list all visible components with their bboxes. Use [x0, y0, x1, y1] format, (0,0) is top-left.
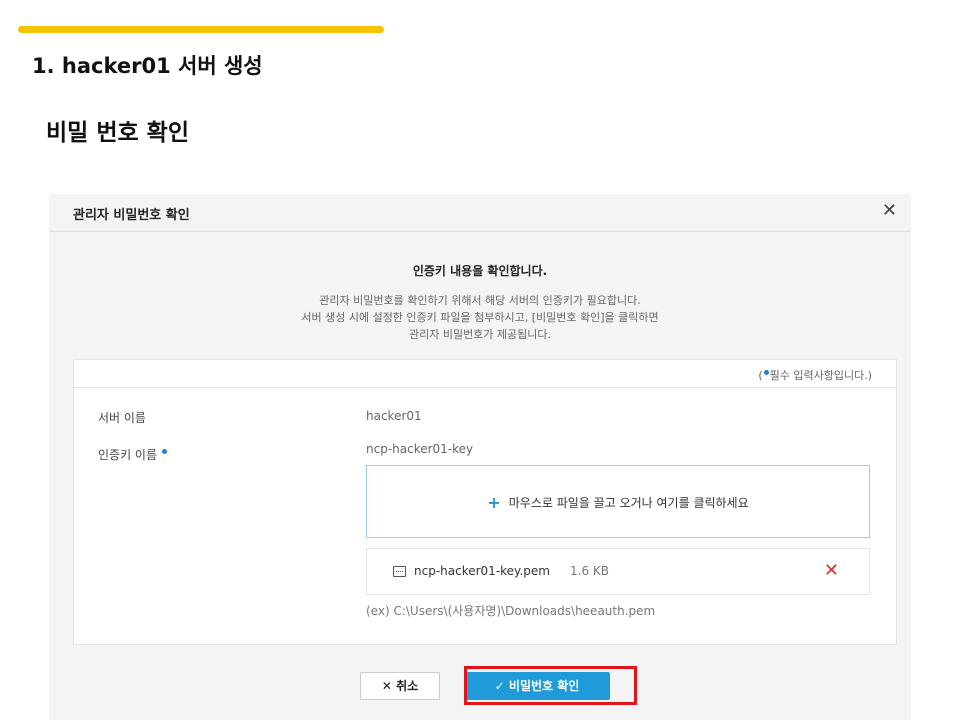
dialog-title: 관리자 비밀번호 확인 [73, 208, 190, 223]
required-note-prefix: ( [758, 369, 763, 382]
file-name: ncp-hacker01-key.pem [414, 564, 550, 578]
auth-key-label-row: 인증키 이름 [98, 446, 168, 463]
notice-line: 관리자 비밀번호가 제공됩니다. [408, 328, 552, 341]
file-size: 1.6 KB [570, 564, 609, 578]
required-dot-icon [161, 449, 167, 454]
required-dot-icon [763, 370, 769, 375]
auth-key-value: ncp-hacker01-key [366, 442, 474, 456]
server-name-label: 서버 이름 [98, 411, 146, 425]
close-icon[interactable]: ✕ [882, 201, 897, 221]
attached-file: ncp-hacker01-key.pem 1.6 KB ✕ [366, 548, 870, 595]
form-panel: ( 필수 입력사항입니다.) 서버 이름 hacker01 인증키 이름 ncp-… [73, 359, 897, 645]
example-path: (ex) C:\Users\(사용자명)\Downloads\heeauth.p… [366, 604, 656, 618]
slide-title: 1. hacker01 서버 생성 [32, 54, 263, 78]
cancel-button[interactable]: ✕ 취소 [360, 672, 440, 700]
server-name-value: hacker01 [366, 409, 422, 423]
dropzone-text: 마우스로 파일을 끌고 오거나 여기를 클릭하세요 [508, 496, 749, 510]
confirm-label: 비밀번호 확인 [508, 679, 580, 693]
required-note-text: 필수 입력사항입니다.) [769, 369, 872, 382]
notice-title: 인증키 내용을 확인합니다. [412, 264, 548, 278]
plus-icon: + [487, 493, 501, 512]
notice-line: 관리자 비밀번호를 확인하기 위해서 해당 서버의 인증키가 필요합니다. [319, 294, 641, 307]
file-icon [393, 566, 406, 577]
dropzone-content: + 마우스로 파일을 끌고 오거나 여기를 클릭하세요 [367, 493, 869, 512]
auth-key-label: 인증키 이름 [98, 448, 158, 462]
check-icon: ✓ [494, 679, 505, 693]
confirm-password-button[interactable]: ✓ 비밀번호 확인 [464, 672, 610, 700]
remove-file-icon[interactable]: ✕ [824, 561, 839, 581]
password-confirm-dialog: 관리자 비밀번호 확인 ✕ 인증키 내용을 확인합니다. 관리자 비밀번호를 확… [49, 194, 911, 720]
cancel-icon: ✕ [381, 679, 392, 693]
file-dropzone[interactable]: + 마우스로 파일을 끌고 오거나 여기를 클릭하세요 [366, 465, 870, 538]
notice-line: 서버 생성 시에 설정한 인증키 파일을 첨부하시고, [비밀번호 확인]을 클… [301, 311, 659, 324]
required-note: ( 필수 입력사항입니다.) [758, 367, 872, 383]
dialog-header: 관리자 비밀번호 확인 ✕ [49, 194, 911, 232]
slide-subtitle: 비밀 번호 확인 [46, 120, 189, 146]
required-bar: ( 필수 입력사항입니다.) [74, 360, 896, 388]
accent-bar [18, 26, 384, 33]
cancel-label: 취소 [396, 679, 419, 693]
